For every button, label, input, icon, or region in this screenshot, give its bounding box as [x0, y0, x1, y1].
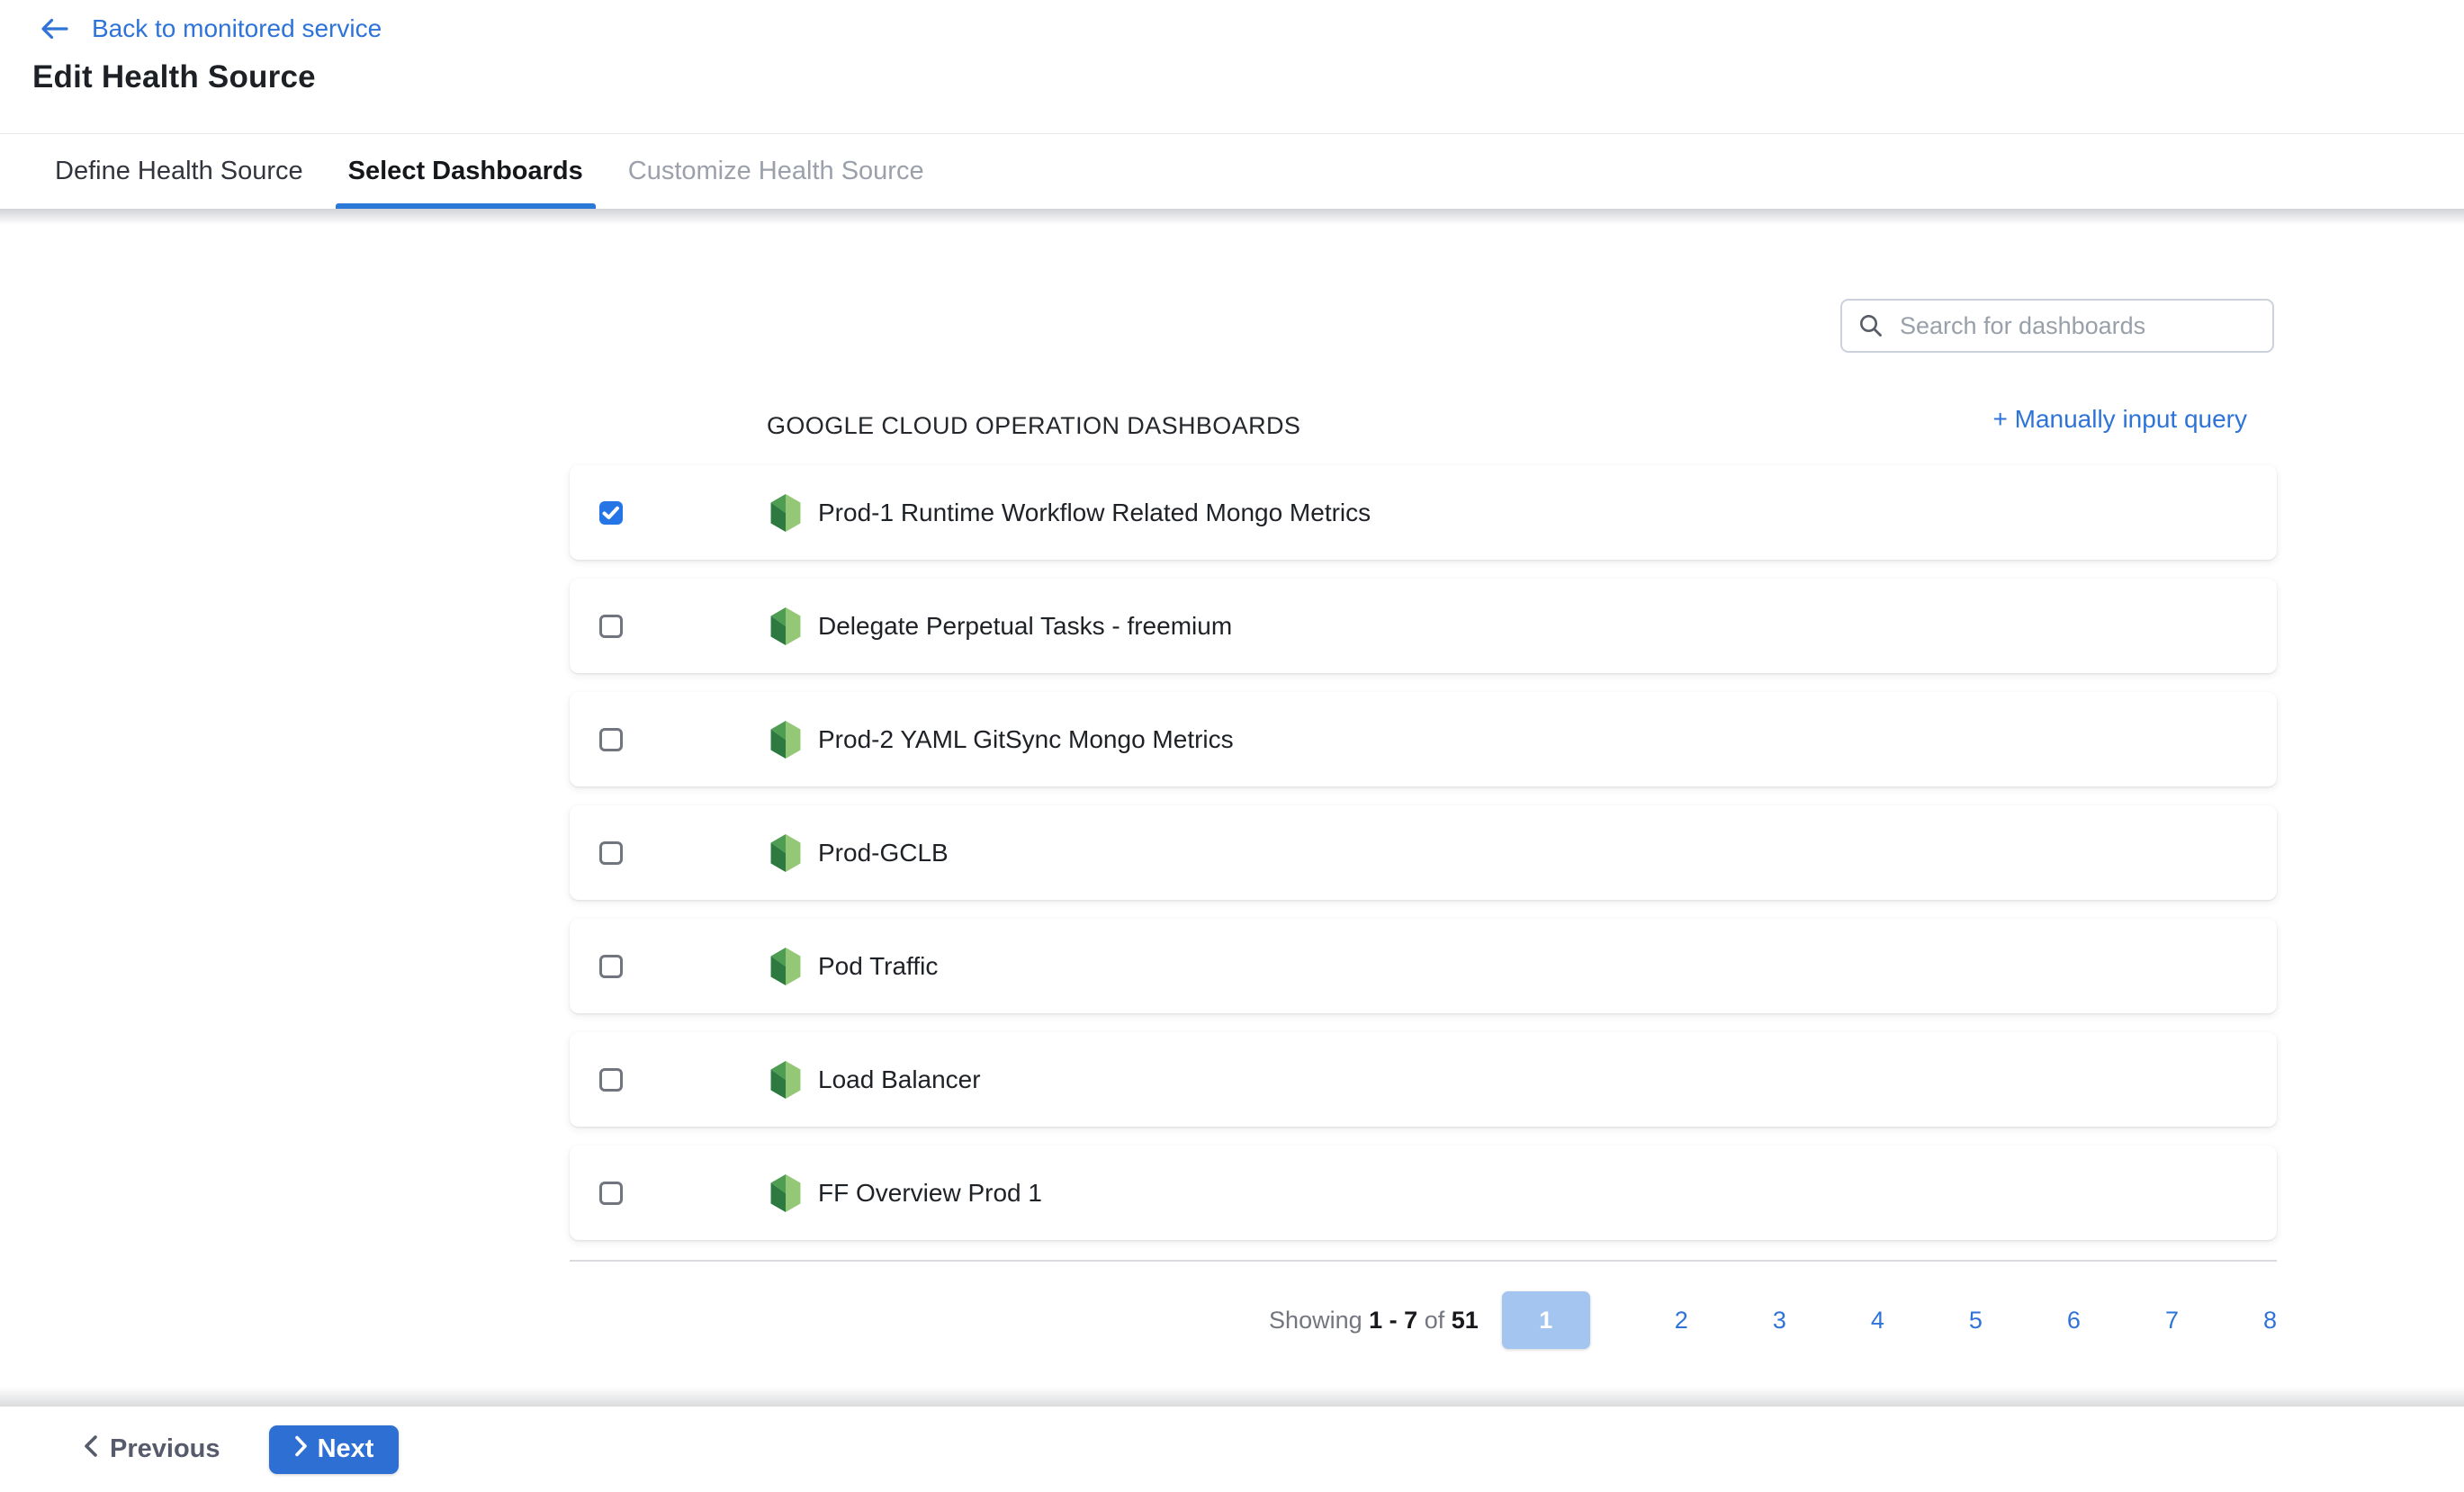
dashboard-row[interactable]: Prod-2 YAML GitSync Mongo Metrics: [570, 692, 2277, 786]
previous-label: Previous: [110, 1434, 220, 1464]
tab-label: Select Dashboards: [348, 157, 583, 186]
tab-bar: Define Health Source Select Dashboards C…: [0, 133, 2464, 209]
page-title: Edit Health Source: [32, 59, 316, 95]
tab-label: Define Health Source: [55, 157, 303, 186]
dashboard-label: Prod-2 YAML GitSync Mongo Metrics: [818, 725, 1234, 754]
page-button[interactable]: 7: [2165, 1307, 2179, 1335]
showing-summary: Showing 1 - 7 of 51: [1269, 1307, 1479, 1335]
page-button[interactable]: 3: [1773, 1307, 1786, 1335]
showing-of: of: [1425, 1307, 1445, 1334]
manually-input-query-link[interactable]: + Manually input query: [1992, 405, 2247, 434]
dashboard-hexagon-icon: [767, 492, 805, 534]
dashboard-hexagon-icon: [767, 1059, 805, 1101]
dashboard-label: Pod Traffic: [818, 952, 938, 981]
back-link-label: Back to monitored service: [92, 14, 382, 43]
dashboard-hexagon-icon: [767, 606, 805, 647]
next-label: Next: [318, 1434, 374, 1464]
dashboard-search-box[interactable]: [1840, 299, 2274, 353]
tab-define-health-source[interactable]: Define Health Source: [42, 134, 316, 209]
dashboard-hexagon-icon: [767, 832, 805, 874]
dashboard-hexagon-icon: [767, 1173, 805, 1214]
page-button[interactable]: 6: [2067, 1307, 2081, 1335]
dashboard-checkbox[interactable]: [599, 1068, 623, 1092]
tab-customize-health-source[interactable]: Customize Health Source: [616, 134, 937, 209]
dashboard-label: Prod-GCLB: [818, 839, 949, 867]
dashboard-checkbox-checked[interactable]: [599, 501, 623, 525]
page-button[interactable]: 5: [1969, 1307, 1983, 1335]
previous-button[interactable]: Previous: [83, 1434, 220, 1465]
chevron-left-icon: [83, 1434, 99, 1465]
dashboard-row[interactable]: Delegate Perpetual Tasks - freemium: [570, 579, 2277, 673]
page-button[interactable]: 2: [1675, 1307, 1688, 1335]
tab-label: Customize Health Source: [628, 157, 924, 186]
dashboard-checkbox[interactable]: [599, 615, 623, 638]
back-arrow-icon: [38, 15, 70, 42]
page-button[interactable]: 4: [1871, 1307, 1884, 1335]
pagination: Showing 1 - 7 of 51 1 2 3 4 5 6 7 8: [1269, 1291, 2277, 1349]
back-to-monitored-service-link[interactable]: Back to monitored service: [38, 14, 382, 43]
search-input[interactable]: [1898, 311, 2258, 341]
dashboard-checkbox[interactable]: [599, 841, 623, 865]
dashboard-row[interactable]: Pod Traffic: [570, 919, 2277, 1013]
footer-shadow: [0, 1387, 2464, 1407]
next-button[interactable]: Next: [269, 1425, 399, 1474]
tabbar-shadow: [0, 209, 2464, 225]
list-divider: [570, 1260, 2277, 1262]
dashboard-label: Prod-1 Runtime Workflow Related Mongo Me…: [818, 499, 1371, 527]
dashboard-row[interactable]: Prod-1 Runtime Workflow Related Mongo Me…: [570, 465, 2277, 560]
search-icon: [1857, 311, 1885, 340]
tab-select-dashboards[interactable]: Select Dashboards: [336, 134, 596, 209]
dashboard-list: Prod-1 Runtime Workflow Related Mongo Me…: [570, 465, 2277, 1259]
footer-bar: Previous Next: [0, 1407, 2464, 1492]
dashboard-label: Delegate Perpetual Tasks - freemium: [818, 612, 1232, 641]
page-button[interactable]: 8: [2263, 1307, 2277, 1335]
dashboard-label: FF Overview Prod 1: [818, 1179, 1042, 1208]
edit-health-source-page: Back to monitored service Edit Health So…: [0, 0, 2464, 1492]
dashboard-row[interactable]: Load Balancer: [570, 1032, 2277, 1127]
showing-prefix: Showing: [1269, 1307, 1362, 1334]
page-button-active[interactable]: 1: [1502, 1291, 1590, 1349]
dashboard-checkbox[interactable]: [599, 1182, 623, 1205]
dashboard-checkbox[interactable]: [599, 728, 623, 751]
dashboard-hexagon-icon: [767, 719, 805, 760]
chevron-right-icon: [294, 1434, 309, 1464]
dashboards-section-heading: GOOGLE CLOUD OPERATION DASHBOARDS: [767, 412, 1300, 440]
page-links: 1 2 3 4 5 6 7 8: [1502, 1291, 2277, 1349]
showing-total: 51: [1452, 1307, 1479, 1334]
showing-range: 1 - 7: [1369, 1307, 1417, 1334]
dashboard-checkbox[interactable]: [599, 955, 623, 978]
dashboard-row[interactable]: FF Overview Prod 1: [570, 1146, 2277, 1240]
dashboard-hexagon-icon: [767, 946, 805, 987]
dashboard-row[interactable]: Prod-GCLB: [570, 805, 2277, 900]
dashboard-label: Load Balancer: [818, 1065, 981, 1094]
